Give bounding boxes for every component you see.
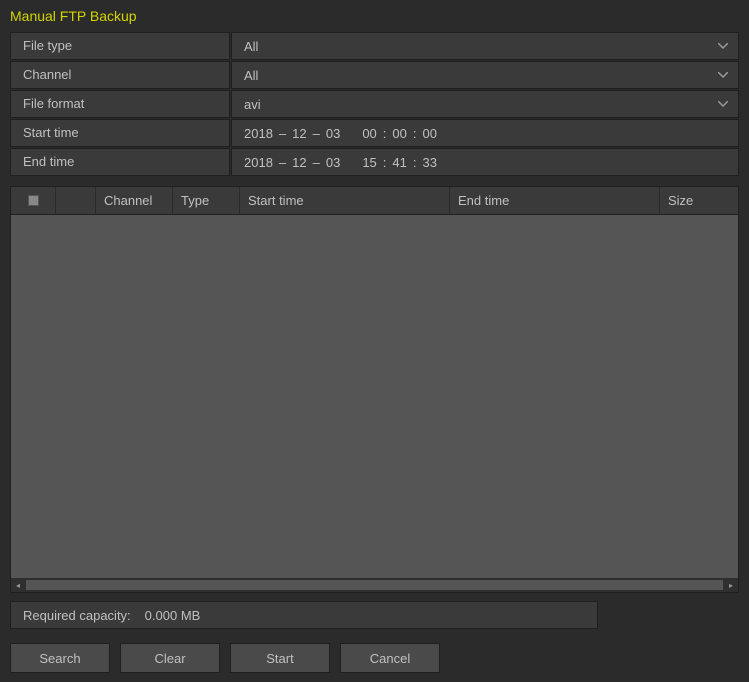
file-format-label: File format	[10, 90, 230, 118]
start-time-input[interactable]: 2018 – 12 – 03 00 : 00 : 00	[231, 119, 739, 147]
col-index	[56, 187, 96, 214]
start-min: 00	[392, 126, 406, 141]
scroll-right-icon[interactable]: ▸	[724, 578, 738, 592]
file-type-value: All	[244, 39, 258, 54]
channel-label: Channel	[10, 61, 230, 89]
start-hour: 00	[362, 126, 376, 141]
capacity-value: 0.000 MB	[145, 608, 201, 623]
scroll-left-icon[interactable]: ◂	[11, 578, 25, 592]
button-bar: Search Clear Start Cancel	[0, 629, 749, 673]
results-table: Channel Type Start time End time Size ◂ …	[10, 186, 739, 593]
table-body	[11, 215, 738, 578]
start-sec: 00	[423, 126, 437, 141]
horizontal-scrollbar[interactable]: ◂ ▸	[11, 578, 738, 592]
file-format-select[interactable]: avi	[231, 90, 739, 118]
capacity-label: Required capacity:	[23, 608, 131, 623]
end-time-label: End time	[10, 148, 230, 176]
file-format-value: avi	[244, 97, 261, 112]
col-type: Type	[173, 187, 240, 214]
col-start-time: Start time	[240, 187, 450, 214]
col-size: Size	[660, 187, 738, 214]
cancel-button[interactable]: Cancel	[340, 643, 440, 673]
file-type-select[interactable]: All	[231, 32, 739, 60]
end-year: 2018	[244, 155, 273, 170]
search-button[interactable]: Search	[10, 643, 110, 673]
start-time-label: Start time	[10, 119, 230, 147]
chevron-down-icon	[718, 72, 728, 78]
channel-select[interactable]: All	[231, 61, 739, 89]
start-year: 2018	[244, 126, 273, 141]
select-all-cell[interactable]	[11, 187, 56, 214]
select-all-checkbox[interactable]	[28, 195, 39, 206]
end-sec: 33	[423, 155, 437, 170]
end-min: 41	[392, 155, 406, 170]
channel-value: All	[244, 68, 258, 83]
table-header: Channel Type Start time End time Size	[11, 187, 738, 215]
start-day: 03	[326, 126, 340, 141]
file-type-label: File type	[10, 32, 230, 60]
chevron-down-icon	[718, 43, 728, 49]
col-end-time: End time	[450, 187, 660, 214]
end-hour: 15	[362, 155, 376, 170]
end-month: 12	[292, 155, 306, 170]
start-month: 12	[292, 126, 306, 141]
end-day: 03	[326, 155, 340, 170]
clear-button[interactable]: Clear	[120, 643, 220, 673]
start-button[interactable]: Start	[230, 643, 330, 673]
required-capacity-row: Required capacity: 0.000 MB	[10, 601, 598, 629]
filter-form: File type All Channel All File format av…	[0, 32, 749, 176]
end-time-input[interactable]: 2018 – 12 – 03 15 : 41 : 33	[231, 148, 739, 176]
scroll-track[interactable]	[26, 580, 723, 590]
chevron-down-icon	[718, 101, 728, 107]
col-channel: Channel	[96, 187, 173, 214]
page-title: Manual FTP Backup	[0, 4, 749, 32]
